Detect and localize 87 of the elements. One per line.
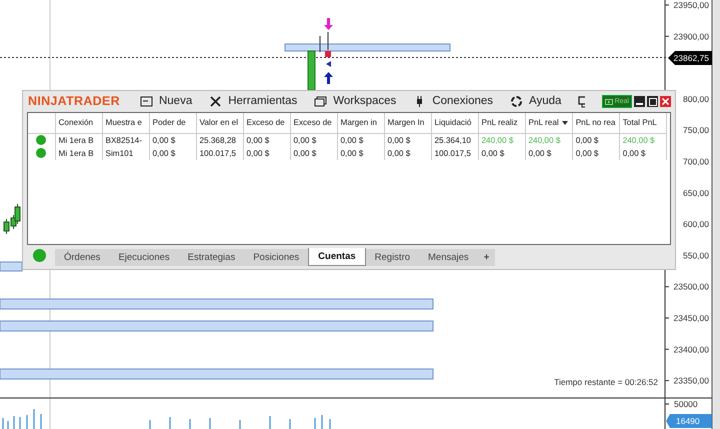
chat-icon[interactable] bbox=[578, 96, 585, 108]
table-cell: 0,00 $ bbox=[149, 146, 196, 160]
table-cell: Mi 1era B bbox=[55, 146, 102, 160]
last-volume-label: 16490 bbox=[666, 414, 712, 428]
menu-item[interactable]: Ayuda bbox=[510, 92, 562, 110]
trade-markers-drawing bbox=[320, 32, 331, 67]
play-icon bbox=[604, 98, 613, 104]
table-cell: 0,00 $ bbox=[384, 146, 431, 160]
price-label: 23450,00 bbox=[674, 313, 709, 323]
price-label: 550,00 bbox=[683, 250, 709, 260]
column-header[interactable]: Poder de bbox=[149, 113, 196, 133]
column-header[interactable]: PnL realiz bbox=[478, 113, 525, 133]
tab[interactable]: Órdenes bbox=[55, 249, 110, 266]
price-label: 23350,00 bbox=[674, 376, 709, 386]
price-label: 700,00 bbox=[683, 156, 709, 166]
table-cell: 100.017,5 bbox=[196, 146, 243, 160]
table-cell: 100.017,5 bbox=[431, 146, 478, 160]
close-icon bbox=[662, 98, 669, 105]
price-label: 800,00 bbox=[683, 94, 709, 104]
price-label: 750,00 bbox=[683, 125, 709, 136]
price-label: 23400,00 bbox=[674, 344, 709, 354]
column-header[interactable]: Total PnL bbox=[619, 113, 666, 133]
maximize-button[interactable] bbox=[647, 96, 658, 107]
table-cell: BX82514- bbox=[102, 133, 149, 146]
table-cell: 0,00 $ bbox=[337, 146, 384, 160]
minimize-button[interactable] bbox=[634, 96, 645, 107]
ring-icon bbox=[510, 95, 524, 108]
tab[interactable]: Posiciones bbox=[244, 249, 308, 266]
add-tab-button[interactable]: + bbox=[478, 249, 496, 266]
minimize-icon bbox=[636, 103, 643, 105]
table-cell: 0,00 $ bbox=[478, 146, 525, 160]
menu-item[interactable]: Conexiones bbox=[413, 92, 494, 110]
window-icon bbox=[140, 95, 153, 108]
price-label: 650,00 bbox=[683, 188, 709, 198]
table-cell: 0,00 $ bbox=[572, 133, 620, 146]
table-cell: 0,00 $ bbox=[243, 133, 290, 146]
table-cell: 0,00 $ bbox=[149, 133, 196, 146]
table-cell: 0,00 $ bbox=[384, 133, 431, 146]
table-cell: 240,00 $ bbox=[525, 133, 572, 146]
table-cell: 0,00 $ bbox=[290, 146, 337, 160]
column-header[interactable]: Conexión bbox=[55, 113, 102, 133]
volume-label: 50000 bbox=[674, 399, 698, 409]
tab[interactable]: Cuentas bbox=[308, 248, 366, 266]
menu-item[interactable]: Herramientas bbox=[209, 92, 298, 110]
table-cell: 0,00 $ bbox=[619, 146, 666, 160]
tab[interactable]: Registro bbox=[366, 249, 420, 266]
windows-icon bbox=[314, 95, 328, 108]
table-cell: 0,00 $ bbox=[525, 146, 572, 160]
maximize-icon bbox=[648, 98, 656, 106]
price-label: 23900,00 bbox=[674, 31, 709, 42]
column-header[interactable]: Exceso de bbox=[243, 113, 290, 133]
table-cell: Sim101 bbox=[102, 146, 149, 160]
tab[interactable]: Mensajes bbox=[419, 249, 478, 266]
sell-arrow-icon bbox=[324, 18, 333, 30]
candles-drawing bbox=[4, 204, 20, 234]
close-button[interactable] bbox=[660, 96, 671, 107]
column-header[interactable]: Liquidació bbox=[431, 113, 478, 133]
column-header[interactable]: Margen In bbox=[384, 113, 431, 133]
column-header[interactable]: Margen in bbox=[337, 113, 384, 133]
table-cell: Mi 1era B bbox=[55, 133, 102, 146]
timer-text: Tiempo restante = 00:26:52 bbox=[554, 377, 658, 387]
table-cell: 0,00 $ bbox=[572, 146, 620, 160]
price-label: 23950,00 bbox=[674, 0, 709, 10]
table-cell: 240,00 $ bbox=[478, 133, 525, 146]
table-cell: 0,00 $ bbox=[337, 133, 384, 146]
candle bbox=[308, 50, 316, 90]
price-label: 23500,00 bbox=[674, 282, 709, 292]
table-cell: 25.368,28 bbox=[196, 133, 243, 146]
column-header[interactable]: PnL real bbox=[525, 113, 572, 133]
menu-item[interactable]: Workspaces bbox=[314, 92, 396, 110]
app-logo: NINJATRADER bbox=[28, 93, 120, 110]
tools-icon bbox=[209, 95, 222, 108]
price-zone bbox=[0, 262, 22, 272]
column-header[interactable]: Exceso de bbox=[290, 113, 337, 133]
price-label: 600,00 bbox=[683, 219, 709, 230]
column-header[interactable]: Muestra e bbox=[102, 113, 149, 133]
tab[interactable]: Ejecuciones bbox=[109, 249, 179, 266]
last-price-label: 23862,75 bbox=[668, 51, 712, 65]
menu-item[interactable]: Nueva bbox=[140, 92, 192, 110]
column-header[interactable]: PnL no rea bbox=[572, 113, 620, 133]
column-header[interactable]: Valor en el bbox=[196, 113, 243, 133]
table-cell: 0,00 $ bbox=[290, 133, 337, 146]
table-cell: 0,00 $ bbox=[243, 146, 290, 160]
tab[interactable]: Estrategias bbox=[178, 249, 244, 266]
buy-arrow-icon bbox=[324, 72, 333, 84]
table-cell: 240,00 $ bbox=[619, 133, 666, 146]
table-cell: 25.364,10 bbox=[431, 133, 478, 146]
